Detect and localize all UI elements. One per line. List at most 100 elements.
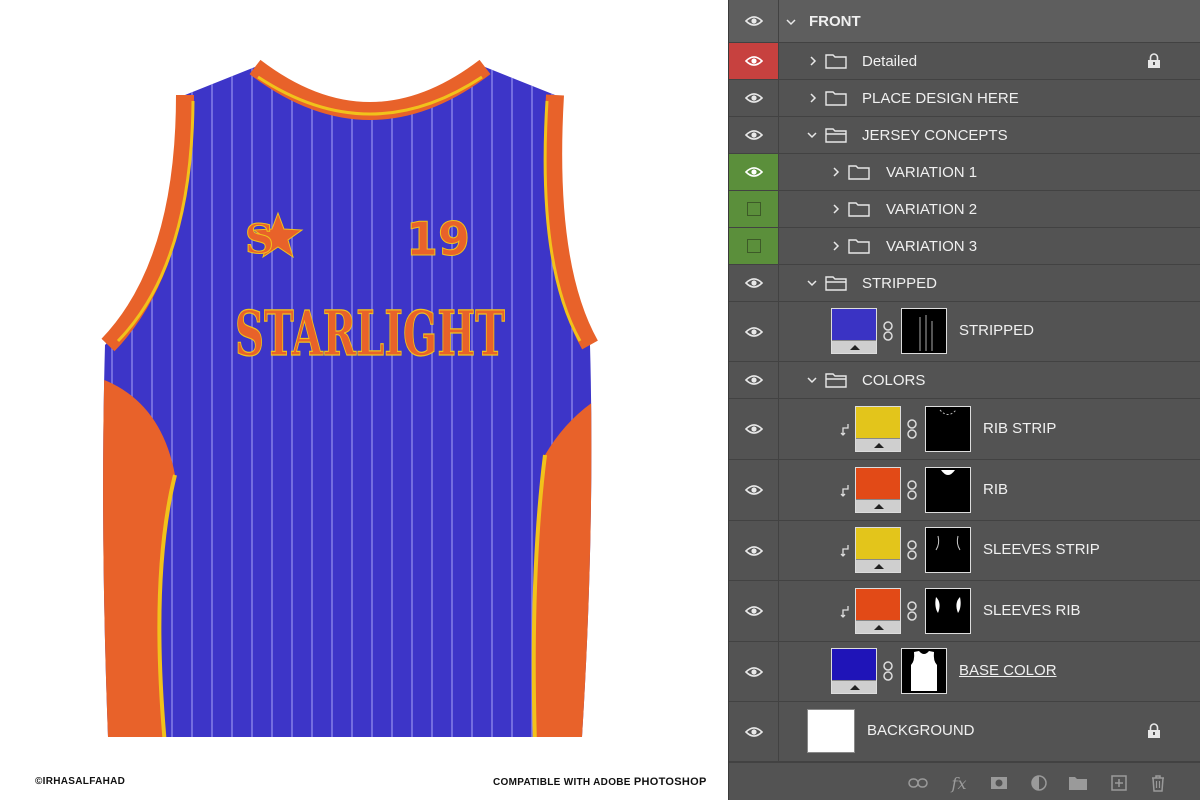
layers-panel-toolbar: fx	[729, 762, 1200, 800]
visibility-toggle[interactable]	[729, 581, 779, 641]
open-folder-icon	[825, 373, 847, 388]
open-folder-icon	[825, 276, 847, 291]
layer-row-base-color[interactable]: BASE COLOR	[729, 642, 1200, 702]
layer-mask-thumbnail[interactable]	[901, 648, 947, 694]
fill-layer-thumbnail[interactable]	[831, 648, 877, 694]
eye-icon	[744, 56, 763, 66]
rib-mask-graphic	[941, 470, 955, 475]
chevron-down-icon[interactable]	[807, 278, 817, 288]
link-chain-icon[interactable]	[882, 321, 894, 341]
delete-layer-button[interactable]	[1147, 772, 1169, 794]
collar-mask-graphic	[939, 409, 957, 415]
link-chain-icon[interactable]	[906, 480, 918, 500]
add-mask-button[interactable]	[988, 772, 1010, 794]
layer-row-sleeves-rib[interactable]: SLEEVES RIB	[729, 581, 1200, 642]
new-group-button[interactable]	[1067, 772, 1089, 794]
layer-mask-thumbnail[interactable]	[901, 308, 947, 354]
link-chain-icon[interactable]	[882, 661, 894, 681]
layer-row-sleeves-strip[interactable]: SLEEVES STRIP	[729, 521, 1200, 581]
jersey-silhouette-mask-graphic	[911, 651, 937, 691]
layer-mask-thumbnail[interactable]	[925, 467, 971, 513]
folder-icon	[825, 54, 847, 69]
link-chain-icon[interactable]	[906, 601, 918, 621]
layer-row-variation-2[interactable]: VARIATION 2	[729, 191, 1200, 228]
fill-layer-thumbnail[interactable]	[831, 308, 877, 354]
chevron-right-icon[interactable]	[831, 167, 841, 177]
chevron-down-icon[interactable]	[786, 17, 796, 27]
layer-row-jersey-concepts[interactable]: JERSEY CONCEPTS	[729, 117, 1200, 154]
new-layer-button[interactable]	[1108, 772, 1130, 794]
visibility-toggle[interactable]	[729, 460, 779, 520]
lock-icon	[1148, 723, 1160, 738]
link-chain-icon[interactable]	[906, 419, 918, 439]
chevron-down-icon[interactable]	[807, 375, 817, 385]
layer-row-variation-1[interactable]: VARIATION 1	[729, 154, 1200, 191]
sleeve-rib-mask-graphic	[935, 597, 961, 613]
layer-name: JERSEY CONCEPTS	[862, 127, 1008, 144]
clipping-mask-icon	[840, 545, 849, 557]
layer-name: RIB	[983, 481, 1009, 498]
color-swatch	[856, 528, 900, 561]
visibility-toggle[interactable]	[729, 302, 779, 361]
visibility-toggle[interactable]	[729, 154, 779, 190]
chevron-right-icon[interactable]	[808, 56, 818, 66]
chevron-right-icon[interactable]	[808, 93, 818, 103]
visibility-toggle[interactable]	[729, 0, 779, 42]
layer-name: STRIPPED	[862, 275, 938, 292]
layer-row-detailed[interactable]: Detailed	[729, 43, 1200, 80]
eye-icon	[744, 606, 763, 616]
fill-layer-thumbnail[interactable]	[855, 588, 901, 634]
visibility-toggle[interactable]	[729, 521, 779, 580]
color-swatch	[856, 407, 900, 440]
layer-row-colors-group[interactable]: COLORS	[729, 362, 1200, 399]
layer-row-stripped-group[interactable]: STRIPPED	[729, 265, 1200, 302]
fill-layer-thumbnail[interactable]	[855, 527, 901, 573]
lock-icon	[1148, 53, 1160, 68]
visibility-toggle[interactable]	[729, 362, 779, 398]
new-adjustment-button[interactable]	[1028, 772, 1050, 794]
layer-row-place-design-here[interactable]: PLACE DESIGN HERE	[729, 80, 1200, 117]
fill-layer-thumbnail[interactable]	[855, 467, 901, 513]
layer-row-variation-3[interactable]: VARIATION 3	[729, 228, 1200, 265]
layer-row-rib[interactable]: RIB	[729, 460, 1200, 521]
visibility-toggle[interactable]	[729, 80, 779, 116]
mask-icon	[991, 777, 1007, 789]
link-icon	[908, 778, 928, 788]
visibility-toggle[interactable]	[729, 43, 779, 79]
layer-row-stripped-fill[interactable]: STRIPPED	[729, 302, 1200, 362]
layer-row-background[interactable]: BACKGROUND	[729, 702, 1200, 762]
visibility-toggle[interactable]	[729, 702, 779, 761]
layers-panel: FRONT Detailed PLACE DESIGN HERE JERSEY …	[728, 0, 1200, 800]
color-swatch	[856, 468, 900, 501]
link-chain-icon[interactable]	[906, 540, 918, 560]
fill-layer-thumbnail[interactable]	[855, 406, 901, 452]
layer-row-rib-strip[interactable]: RIB STRIP	[729, 399, 1200, 460]
layer-name: SLEEVES STRIP	[983, 541, 1100, 558]
visibility-toggle[interactable]	[729, 228, 779, 264]
chevron-down-icon[interactable]	[807, 130, 817, 140]
color-swatch	[832, 309, 876, 342]
chevron-right-icon[interactable]	[831, 241, 841, 251]
layer-mask-thumbnail[interactable]	[925, 588, 971, 634]
link-layers-button[interactable]	[907, 772, 929, 794]
jersey-mockup: S 19 STARLIGHT	[101, 59, 598, 737]
folder-icon	[825, 91, 847, 106]
fx-button[interactable]: fx	[948, 772, 970, 794]
layer-mask-thumbnail[interactable]	[925, 406, 971, 452]
visibility-toggle[interactable]	[729, 642, 779, 701]
folder-icon	[848, 202, 870, 217]
visibility-toggle[interactable]	[729, 265, 779, 301]
author-credit: ©IRHASALFAHAD	[35, 776, 126, 787]
visibility-toggle[interactable]	[729, 191, 779, 227]
visibility-toggle[interactable]	[729, 399, 779, 459]
eye-icon	[744, 326, 763, 337]
clipping-mask-icon	[840, 485, 849, 497]
eye-icon	[744, 424, 763, 434]
background-thumbnail[interactable]	[807, 709, 855, 753]
layer-group-front[interactable]: FRONT	[729, 0, 1200, 43]
chevron-right-icon[interactable]	[831, 204, 841, 214]
layer-mask-thumbnail[interactable]	[925, 527, 971, 573]
clipping-mask-icon	[840, 606, 849, 618]
visibility-toggle[interactable]	[729, 117, 779, 153]
fx-icon: fx	[951, 773, 967, 793]
